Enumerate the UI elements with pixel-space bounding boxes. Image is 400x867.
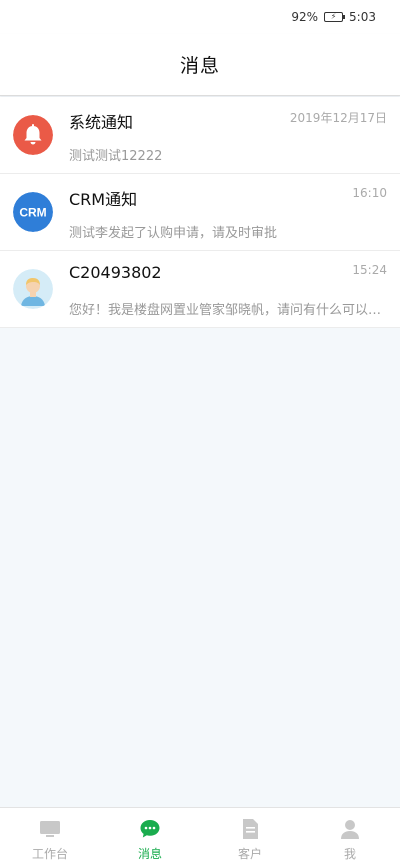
- message-row-customer[interactable]: C20493802 15:24 您好！我是楼盘网置业管家邹晓帆，请问有什么可以帮…: [0, 251, 400, 328]
- empty-content-area: [0, 328, 400, 807]
- svg-text:CRM: CRM: [19, 206, 46, 220]
- page-header: 消息: [0, 34, 400, 96]
- chat-bubble-icon: [140, 820, 160, 838]
- message-time: 2019年12月17日: [289, 111, 387, 125]
- tab-customers[interactable]: 客户: [200, 808, 300, 867]
- message-row-crm[interactable]: CRM CRM通知 16:10 测试李发起了认购申请，请及时审批: [0, 174, 400, 251]
- tab-label: 消息: [137, 847, 162, 861]
- monitor-icon: [40, 821, 60, 837]
- person-icon: [341, 820, 359, 839]
- message-time: 16:10: [352, 186, 387, 200]
- document-icon: [243, 819, 258, 839]
- tab-messages[interactable]: 消息: [100, 808, 200, 867]
- message-time: 15:24: [352, 263, 387, 277]
- bell-icon: [13, 115, 53, 155]
- tab-label: 我: [343, 847, 356, 861]
- clock: 5:03: [349, 10, 376, 24]
- bottom-tab-bar: 工作台 消息 客户 我: [0, 807, 400, 867]
- message-preview: 您好！我是楼盘网置业管家邹晓帆，请问有什么可以帮您？: [69, 303, 387, 318]
- message-list: 系统通知 2019年12月17日 测试测试12222 CRM CRM通知 16:…: [0, 97, 400, 328]
- status-bar: 92% ⚡ 5:03: [0, 0, 400, 34]
- message-preview: 测试测试12222: [69, 149, 163, 164]
- message-title: C20493802: [69, 263, 162, 282]
- message-title: 系统通知: [69, 113, 134, 132]
- battery-icon: ⚡: [324, 12, 346, 22]
- tab-label: 工作台: [31, 847, 68, 861]
- message-preview: 测试李发起了认购申请，请及时审批: [69, 226, 278, 241]
- tab-label: 客户: [237, 847, 262, 861]
- user-avatar-icon: [13, 269, 53, 309]
- tab-me[interactable]: 我: [300, 808, 400, 867]
- message-title: CRM通知: [69, 190, 138, 209]
- message-row-system[interactable]: 系统通知 2019年12月17日 测试测试12222: [0, 97, 400, 174]
- battery-percentage: 92%: [291, 10, 319, 24]
- crm-icon: CRM: [13, 192, 53, 232]
- page-title: 消息: [179, 55, 220, 77]
- tab-workbench[interactable]: 工作台: [0, 808, 100, 867]
